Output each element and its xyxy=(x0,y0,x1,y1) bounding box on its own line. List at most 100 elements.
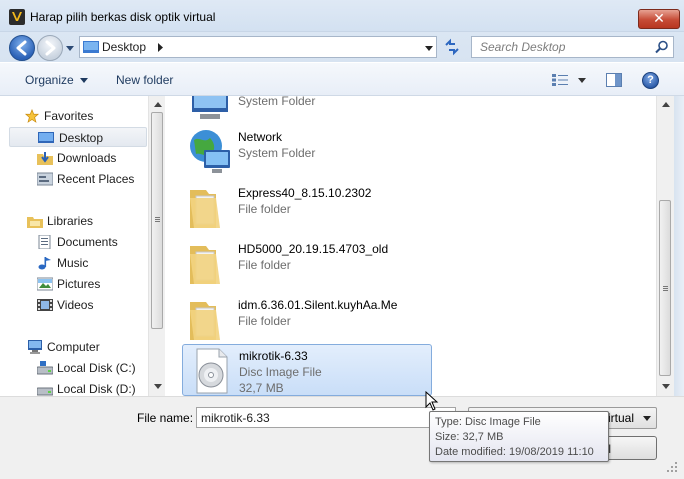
search-input[interactable]: Search Desktop xyxy=(471,36,674,58)
folder-icon xyxy=(190,302,220,340)
nav-libraries-label: Libraries xyxy=(47,214,94,228)
nav-documents[interactable]: Documents xyxy=(37,232,148,252)
close-icon: ✕ xyxy=(653,10,665,26)
nav-local-disk-c[interactable]: Local Disk (C:) xyxy=(37,358,148,378)
command-bar: Organize New folder ? xyxy=(0,62,684,96)
window-frame-edge xyxy=(674,96,684,396)
libraries-icon xyxy=(27,217,43,228)
nav-music-label: Music xyxy=(57,256,89,270)
nav-pane-scrollbar[interactable] xyxy=(148,96,165,396)
caret-down-icon xyxy=(643,416,651,421)
virtualbox-app-icon xyxy=(9,9,25,25)
address-location: Desktop xyxy=(102,40,147,54)
file-type: File folder xyxy=(238,202,291,216)
file-name: Express40_8.15.10.2302 xyxy=(238,186,372,200)
file-type: System Folder xyxy=(238,146,316,160)
file-name-value: mikrotik-6.33 xyxy=(201,411,270,425)
resize-grip-icon[interactable] xyxy=(666,461,678,473)
nav-pictures[interactable]: Pictures xyxy=(37,274,148,294)
videos-icon xyxy=(37,299,53,311)
forward-button[interactable] xyxy=(37,35,63,61)
close-button[interactable]: ✕ xyxy=(638,9,680,29)
file-list: System Folder Network System Folder Expr… xyxy=(166,96,656,396)
grip-line xyxy=(663,290,668,291)
nav-documents-label: Documents xyxy=(57,235,118,249)
file-item-folder-express40[interactable]: Express40_8.15.10.2302 File folder xyxy=(182,182,432,234)
nav-videos-label: Videos xyxy=(57,298,94,312)
network-icon xyxy=(190,130,230,173)
file-item-folder-hd5000[interactable]: HD5000_20.19.15.4703_old File folder xyxy=(182,238,432,290)
nav-computer-label: Computer xyxy=(47,340,100,354)
file-item-network[interactable]: Network System Folder xyxy=(182,126,432,178)
recent-pages-dropdown-icon[interactable] xyxy=(65,43,75,53)
window-title: Harap pilih berkas disk optik virtual xyxy=(30,10,216,24)
forward-arrow-icon xyxy=(45,40,56,56)
file-type: File folder xyxy=(238,258,291,272)
downloads-icon xyxy=(37,152,53,165)
desktop-icon xyxy=(38,132,54,143)
file-name: idm.6.36.01.Silent.kuyhAa.Me xyxy=(238,298,398,312)
computer-icon xyxy=(28,340,42,354)
scroll-up-arrow-icon[interactable] xyxy=(154,102,162,107)
tooltip-size: Size: 32,7 MB xyxy=(435,431,504,443)
music-icon xyxy=(38,257,51,270)
nav-recent-places-label: Recent Places xyxy=(57,172,135,186)
local-disk-icon xyxy=(37,361,53,375)
file-list-scrollbar[interactable] xyxy=(656,96,674,396)
nav-recent-places[interactable]: Recent Places xyxy=(37,169,148,189)
file-list-scroll-thumb[interactable] xyxy=(659,200,671,376)
search-placeholder: Search Desktop xyxy=(480,40,566,54)
address-box[interactable]: Desktop xyxy=(79,36,437,58)
nav-libraries[interactable]: Libraries xyxy=(27,211,148,231)
view-options-caret-icon[interactable] xyxy=(578,78,586,83)
nav-scroll-thumb[interactable] xyxy=(151,112,163,329)
nav-downloads-label: Downloads xyxy=(57,151,117,165)
nav-local-disk-c-label: Local Disk (C:) xyxy=(57,361,136,375)
nav-favorites-label: Favorites xyxy=(44,109,94,123)
grip-line xyxy=(155,221,160,222)
desktop-folder-icon xyxy=(83,41,99,53)
nav-favorites[interactable]: Favorites xyxy=(24,106,148,126)
nav-music[interactable]: Music xyxy=(37,253,148,273)
organize-label: Organize xyxy=(25,73,74,87)
help-icon[interactable]: ? xyxy=(642,72,659,89)
nav-desktop[interactable]: Desktop xyxy=(9,127,147,147)
pictures-icon xyxy=(37,277,53,291)
nav-videos[interactable]: Videos xyxy=(37,295,148,315)
tooltip-type: Type: Disc Image File xyxy=(435,416,541,428)
nav-downloads[interactable]: Downloads xyxy=(37,148,148,168)
scroll-down-arrow-icon[interactable] xyxy=(154,384,162,389)
local-disk-icon xyxy=(37,387,53,396)
file-type: Disc Image File xyxy=(239,365,322,379)
file-item-system-folder[interactable]: System Folder xyxy=(182,96,432,126)
back-button[interactable] xyxy=(9,35,35,61)
star-icon xyxy=(24,109,40,123)
system-folder-icon xyxy=(192,96,228,119)
file-name: Network xyxy=(238,130,283,144)
grip-line xyxy=(663,288,668,289)
nav-pictures-label: Pictures xyxy=(57,277,101,291)
nav-local-disk-d[interactable]: Local Disk (D:) xyxy=(37,379,148,396)
refresh-icon[interactable] xyxy=(440,36,464,58)
file-size: 32,7 MB xyxy=(239,381,284,395)
scroll-up-arrow-icon[interactable] xyxy=(662,102,670,107)
nav-desktop-label: Desktop xyxy=(59,131,104,145)
search-icon[interactable] xyxy=(655,40,669,54)
new-folder-button[interactable]: New folder xyxy=(116,73,173,87)
grip-line xyxy=(155,217,160,218)
nav-computer[interactable]: Computer xyxy=(27,337,148,357)
documents-icon xyxy=(38,235,51,249)
file-name-input[interactable]: mikrotik-6.33 xyxy=(196,407,456,428)
folder-icon xyxy=(190,246,220,284)
grip-line xyxy=(155,219,160,220)
chevron-right-icon[interactable] xyxy=(156,43,164,52)
address-dropdown-icon[interactable] xyxy=(424,44,434,52)
file-item-folder-idm[interactable]: idm.6.36.01.Silent.kuyhAa.Me File folder xyxy=(182,294,432,346)
file-name: HD5000_20.19.15.4703_old xyxy=(238,242,389,256)
scroll-down-arrow-icon[interactable] xyxy=(662,384,670,389)
organize-button[interactable]: Organize xyxy=(25,73,88,87)
folder-icon xyxy=(190,190,220,228)
preview-pane-icon[interactable] xyxy=(606,73,622,87)
file-item-mikrotik-iso[interactable]: mikrotik-6.33 Disc Image File 32,7 MB xyxy=(182,344,432,396)
change-view-icon[interactable] xyxy=(552,73,568,87)
